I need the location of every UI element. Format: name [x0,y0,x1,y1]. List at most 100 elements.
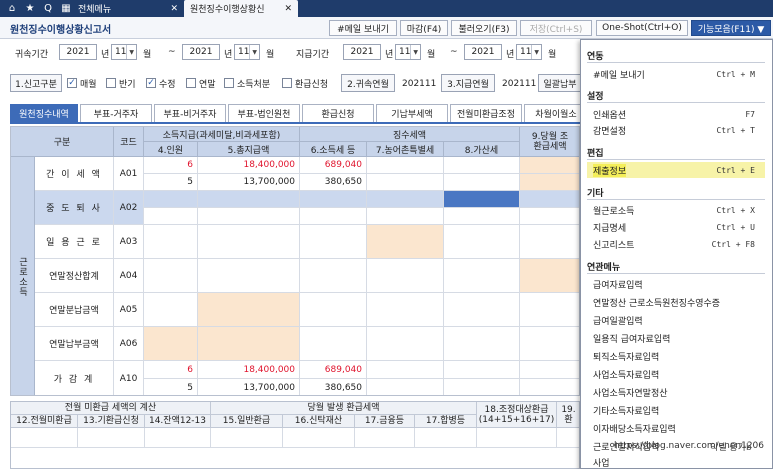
a04-penalty[interactable] [444,259,520,293]
bottom-input-17a[interactable] [355,428,415,448]
menu-item-reduction-settings[interactable]: 감면설정 Ctrl + T [587,122,765,138]
email-button[interactable]: #메일 보내기 [329,20,397,36]
a04-refund[interactable] [520,259,579,293]
pay-from-year-input[interactable]: 2021 [343,44,381,60]
a03-rural-tax[interactable] [367,225,444,259]
a04-total-pay[interactable] [198,259,300,293]
a02-refund[interactable] [520,191,579,208]
a05-headcount[interactable] [144,293,198,327]
a03-total-pay[interactable] [198,225,300,259]
menu-item-monthly-income[interactable]: 월근로소득 Ctrl + X [587,202,765,218]
a01-rural-tax[interactable] [367,157,444,174]
bottom-input-18[interactable] [477,428,557,448]
menu-item-yearend-receipt[interactable]: 연말정산 근로소득원천징수영수증 [587,294,765,310]
attr-to-month-select[interactable]: 11 ▼ [234,44,260,60]
a06-refund[interactable] [520,327,579,361]
grid-menu-icon[interactable]: ▦ [60,3,72,14]
tab-prepaid-tax[interactable]: 기납부세액 [376,104,448,122]
menu-item-business-income[interactable]: 사업소득자료입력 [587,366,765,382]
a01-refund[interactable] [520,157,579,174]
menu-item-print-options[interactable]: 인쇄옵션 F7 [587,106,765,122]
oneshot-button[interactable]: One-Shot(Ctrl+O) [596,20,688,36]
menu-item-business-partial[interactable]: 사업 [587,454,765,469]
chevron-down-icon[interactable]: ▼ [126,45,136,59]
attr-from-month-select[interactable]: 11 ▼ [111,44,137,60]
a04-income-tax[interactable] [300,259,367,293]
attr-to-year-input[interactable]: 2021 [182,44,220,60]
close-period-button[interactable]: 마감(F4) [400,20,448,36]
menu-item-submit-info[interactable]: 제출정보 Ctrl + E [587,162,765,178]
search-icon[interactable]: Q [42,3,54,14]
menu-item-payment-statement[interactable]: 지급명세 Ctrl + U [587,219,765,235]
bulk-pay-button[interactable]: 일괄납부 [538,74,582,92]
bottom-input-19[interactable] [557,428,579,448]
attr-from-year-input[interactable]: 2021 [59,44,97,60]
bottom-input-13[interactable] [78,428,145,448]
menu-item-business-yearend[interactable]: 사업소득자연말정산 [587,384,765,400]
a06-rural-tax[interactable] [367,327,444,361]
tab-all-menu[interactable]: 전체메뉴 ✕ [72,0,184,17]
star-icon[interactable]: ★ [24,3,36,14]
a05-refund[interactable] [520,293,579,327]
pay-ym-button[interactable]: 3.지급연월 [441,74,495,92]
a05-total-pay[interactable] [198,293,300,327]
a06-total-pay[interactable] [198,327,300,361]
bottom-input-17b[interactable] [415,428,477,448]
bottom-input-12[interactable] [11,428,78,448]
a06-income-tax[interactable] [300,327,367,361]
half-checkbox[interactable]: 반기 [106,74,136,92]
a03-income-tax[interactable] [300,225,367,259]
yearend-checkbox[interactable]: 연말 [186,74,216,92]
bottom-input-14[interactable] [145,428,211,448]
bottom-input-15[interactable] [211,428,283,448]
a04-rural-tax[interactable] [367,259,444,293]
load-button[interactable]: 불러오기(F3) [451,20,517,36]
a02-rural-tax[interactable] [367,191,444,208]
tab-nonresident[interactable]: 부표-비거주자 [154,104,226,122]
pay-from-month-select[interactable]: 11 ▼ [395,44,421,60]
a06-penalty[interactable] [444,327,520,361]
bottom-input-16[interactable] [283,428,355,448]
tab-prev-refund-adjust[interactable]: 전월미환급조정 [450,104,522,122]
menu-item-report-list[interactable]: 신고리스트 Ctrl + F8 [587,236,765,252]
menu-item-payroll-bulk[interactable]: 급여일괄입력 [587,312,765,328]
monthly-checkbox[interactable]: ✓ 매월 [67,74,97,92]
tab-resident[interactable]: 부표-거주자 [80,104,152,122]
a03-penalty[interactable] [444,225,520,259]
tab-carryover[interactable]: 차월이월소 [524,104,588,122]
menu-item-payroll-input[interactable]: 급여자료입력 [587,276,765,292]
close-icon[interactable]: ✕ [170,4,178,14]
menu-item-email[interactable]: #메일 보내기 Ctrl + M [587,66,765,82]
income-disposal-checkbox[interactable]: 소득처분 [224,74,270,92]
pay-to-month-select[interactable]: 11 ▼ [516,44,542,60]
a02-income-tax[interactable] [300,191,367,208]
attr-ym-button[interactable]: 2.귀속연월 [341,74,395,92]
menu-item-interest-dividend[interactable]: 이자배당소득자료입력 [587,420,765,436]
menu-item-other-income[interactable]: 기타소득자료입력 [587,402,765,418]
home-icon[interactable]: ⌂ [6,3,18,14]
functions-menu-button[interactable]: 기능모음(F11) ▼ [691,20,771,36]
a01-total-pay[interactable]: 18,400,000 [198,157,300,174]
refund-apply-checkbox[interactable]: 환급신청 [282,74,328,92]
close-icon[interactable]: ✕ [284,4,292,14]
a05-penalty[interactable] [444,293,520,327]
a05-income-tax[interactable] [300,293,367,327]
a04-headcount[interactable] [144,259,198,293]
chevron-down-icon[interactable]: ▼ [531,45,541,59]
a02-total-pay[interactable] [198,191,300,208]
tab-refund-apply[interactable]: 환급신청 [302,104,374,122]
menu-item-daily-payroll[interactable]: 일용직 급여자료입력 [587,330,765,346]
a03-refund[interactable] [520,225,579,259]
a03-headcount[interactable] [144,225,198,259]
a01-headcount[interactable]: 6 [144,157,198,174]
chevron-down-icon[interactable]: ▼ [249,45,259,59]
a06-headcount[interactable] [144,327,198,361]
a05-rural-tax[interactable] [367,293,444,327]
tab-corporate[interactable]: 부표-법인원천 [228,104,300,122]
save-button[interactable]: 저장(Ctrl+S) [520,20,592,36]
report-type-button[interactable]: 1.신고구분 [10,74,62,92]
a01-penalty[interactable] [444,157,520,174]
a02-headcount[interactable] [144,191,198,208]
a02-penalty-focused[interactable] [444,191,520,208]
revised-checkbox[interactable]: ✓ 수정 [146,74,176,92]
